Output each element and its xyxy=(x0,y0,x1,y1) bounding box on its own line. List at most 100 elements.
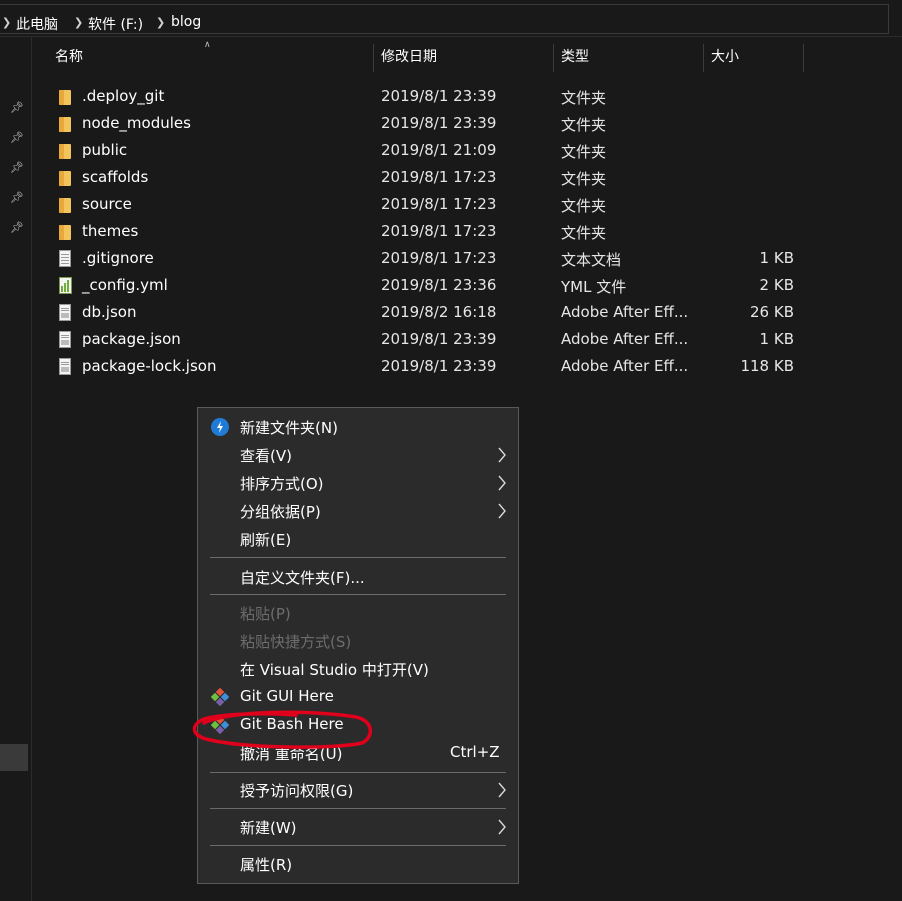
menu-item-label: 排序方式(O) xyxy=(240,475,324,493)
yml-file-icon xyxy=(56,276,74,296)
context-menu: 新建文件夹(N) 查看(V) 排序方式(O) 分组依据(P) 刷新(E) 自定义文件夹(F… xyxy=(197,407,519,884)
file-row[interactable]: source 2019/8/1 17:23 文件夹 xyxy=(32,191,812,218)
column-date-modified[interactable]: 修改日期 xyxy=(373,40,553,74)
file-row[interactable]: node_modules 2019/8/1 23:39 文件夹 xyxy=(32,110,812,137)
column-name[interactable]: 名称 xyxy=(47,40,373,74)
file-size: 1 KB xyxy=(759,249,794,267)
chevron-right-icon xyxy=(494,502,510,520)
file-type: YML 文件 xyxy=(561,278,627,296)
file-type: 文件夹 xyxy=(561,170,607,188)
file-type: 文件夹 xyxy=(561,224,607,242)
menu-item-label: 粘贴快捷方式(S) xyxy=(240,633,352,651)
file-date-modified: 2019/8/1 23:39 xyxy=(381,114,497,132)
navigation-pane[interactable]: 📌︎ 📌︎ 📌︎ 📌︎ 📌︎ xyxy=(0,37,32,901)
pin-icon[interactable]: 📌︎ xyxy=(10,131,24,145)
column-divider[interactable] xyxy=(803,44,804,72)
file-name: .deploy_git xyxy=(82,87,165,105)
menu-item-label: 自定义文件夹(F)... xyxy=(240,569,365,587)
file-row[interactable]: .gitignore 2019/8/1 17:23 文本文档 1 KB xyxy=(32,245,812,272)
file-date-modified: 2019/8/2 16:18 xyxy=(381,303,497,321)
column-type[interactable]: 类型 xyxy=(553,40,703,74)
file-date-modified: 2019/8/1 21:09 xyxy=(381,141,497,159)
pin-icon[interactable]: 📌︎ xyxy=(10,161,24,175)
file-row[interactable]: .deploy_git 2019/8/1 23:39 文件夹 xyxy=(32,83,812,110)
pin-icon[interactable]: 📌︎ xyxy=(10,101,24,115)
menu-separator xyxy=(210,772,506,773)
pin-icon[interactable]: 📌︎ xyxy=(10,191,24,205)
file-size: 26 KB xyxy=(750,303,794,321)
file-row[interactable]: public 2019/8/1 21:09 文件夹 xyxy=(32,137,812,164)
file-name: package-lock.json xyxy=(82,357,217,375)
file-date-modified: 2019/8/1 23:39 xyxy=(381,87,497,105)
file-explorer-window: ❯ 此电脑 ❯ 软件 (F:) ❯ blog 📌︎ 📌︎ 📌︎ 📌︎ 📌︎ ∧ … xyxy=(0,0,902,901)
file-row[interactable]: db.json 2019/8/2 16:18 Adobe After Eff... 2… xyxy=(32,299,812,326)
file-row[interactable]: themes 2019/8/1 17:23 文件夹 xyxy=(32,218,812,245)
menu-item-label: 新建(W) xyxy=(240,819,297,837)
file-date-modified: 2019/8/1 17:23 xyxy=(381,195,497,213)
menu-separator xyxy=(210,808,506,809)
menu-item-label: 授予访问权限(G) xyxy=(240,782,354,800)
menu-item-new[interactable]: 新建(W) xyxy=(198,813,518,841)
breadcrumb-blog[interactable]: blog xyxy=(171,14,201,30)
menu-item-label: 查看(V) xyxy=(240,447,292,465)
file-size: 1 KB xyxy=(759,330,794,348)
file-name: scaffolds xyxy=(82,168,149,186)
pin-icon[interactable]: 📌︎ xyxy=(10,221,24,235)
folder-icon xyxy=(56,114,74,134)
menu-separator xyxy=(210,557,506,558)
file-type: 文件夹 xyxy=(561,197,607,215)
chevron-right-icon[interactable]: ❯ xyxy=(156,16,165,29)
menu-item-sort-by[interactable]: 排序方式(O) xyxy=(198,469,518,497)
folder-icon xyxy=(56,222,74,242)
file-name: package.json xyxy=(82,330,181,348)
file-type: 文件夹 xyxy=(561,89,607,107)
menu-item-give-access-to[interactable]: 授予访问权限(G) xyxy=(198,776,518,804)
file-date-modified: 2019/8/1 23:39 xyxy=(381,330,497,348)
column-size[interactable]: 大小 xyxy=(703,40,803,74)
address-bar: ❯ 此电脑 ❯ 软件 (F:) ❯ blog xyxy=(0,0,902,37)
file-size: 118 KB xyxy=(740,357,794,375)
file-row[interactable]: package.json 2019/8/1 23:39 Adobe After Ef… xyxy=(32,326,812,353)
chevron-right-icon[interactable]: ❯ xyxy=(74,16,83,29)
chevron-right-icon xyxy=(494,781,510,799)
folder-icon xyxy=(56,168,74,188)
nav-selected-item[interactable] xyxy=(0,744,28,771)
json-file-icon xyxy=(56,330,74,350)
folder-icon xyxy=(56,87,74,107)
file-name: _config.yml xyxy=(82,276,168,294)
menu-item-properties[interactable]: 属性(R) xyxy=(198,850,518,878)
chevron-right-icon[interactable]: ❯ xyxy=(2,16,11,29)
file-size: 2 KB xyxy=(759,276,794,294)
menu-item-open-in-visual-studio[interactable]: 在 Visual Studio 中打开(V) xyxy=(198,655,518,683)
menu-item-new-folder[interactable]: 新建文件夹(N) xyxy=(198,413,518,441)
text-file-icon xyxy=(56,249,74,269)
menu-item-shortcut: Ctrl+Z xyxy=(450,743,500,761)
menu-item-label: 新建文件夹(N) xyxy=(240,419,338,437)
file-type: Adobe After Eff... xyxy=(561,357,689,375)
file-row[interactable]: _config.yml 2019/8/1 23:36 YML 文件 2 KB xyxy=(32,272,812,299)
new-folder-icon xyxy=(211,418,229,436)
menu-item-paste-shortcut: 粘贴快捷方式(S) xyxy=(198,627,518,655)
breadcrumb-drive-f[interactable]: 软件 (F:) xyxy=(88,14,143,34)
json-file-icon xyxy=(56,303,74,323)
breadcrumb-this-pc[interactable]: 此电脑 xyxy=(16,14,58,34)
menu-item-label: 属性(R) xyxy=(240,856,293,874)
file-date-modified: 2019/8/1 17:23 xyxy=(381,249,497,267)
menu-item-label: 分组依据(P) xyxy=(240,503,321,521)
breadcrumb[interactable]: ❯ 此电脑 ❯ 软件 (F:) ❯ blog xyxy=(0,4,889,34)
menu-item-label: 刷新(E) xyxy=(240,531,292,549)
file-row[interactable]: package-lock.json 2019/8/1 23:39 Adobe Aft… xyxy=(32,353,812,380)
menu-item-paste: 粘贴(P) xyxy=(198,599,518,627)
menu-item-view[interactable]: 查看(V) xyxy=(198,441,518,469)
file-type: Adobe After Eff... xyxy=(561,303,689,321)
menu-separator xyxy=(210,845,506,846)
menu-item-customize-folder[interactable]: 自定义文件夹(F)... xyxy=(198,563,518,591)
file-row[interactable]: scaffolds 2019/8/1 17:23 文件夹 xyxy=(32,164,812,191)
chevron-right-icon xyxy=(494,474,510,492)
json-file-icon xyxy=(56,357,74,377)
column-header: 名称 修改日期 类型 大小 xyxy=(32,40,902,74)
menu-item-group-by[interactable]: 分组依据(P) xyxy=(198,497,518,525)
menu-item-refresh[interactable]: 刷新(E) xyxy=(198,525,518,553)
file-name: source xyxy=(82,195,132,213)
menu-item-label: 在 Visual Studio 中打开(V) xyxy=(240,661,429,679)
